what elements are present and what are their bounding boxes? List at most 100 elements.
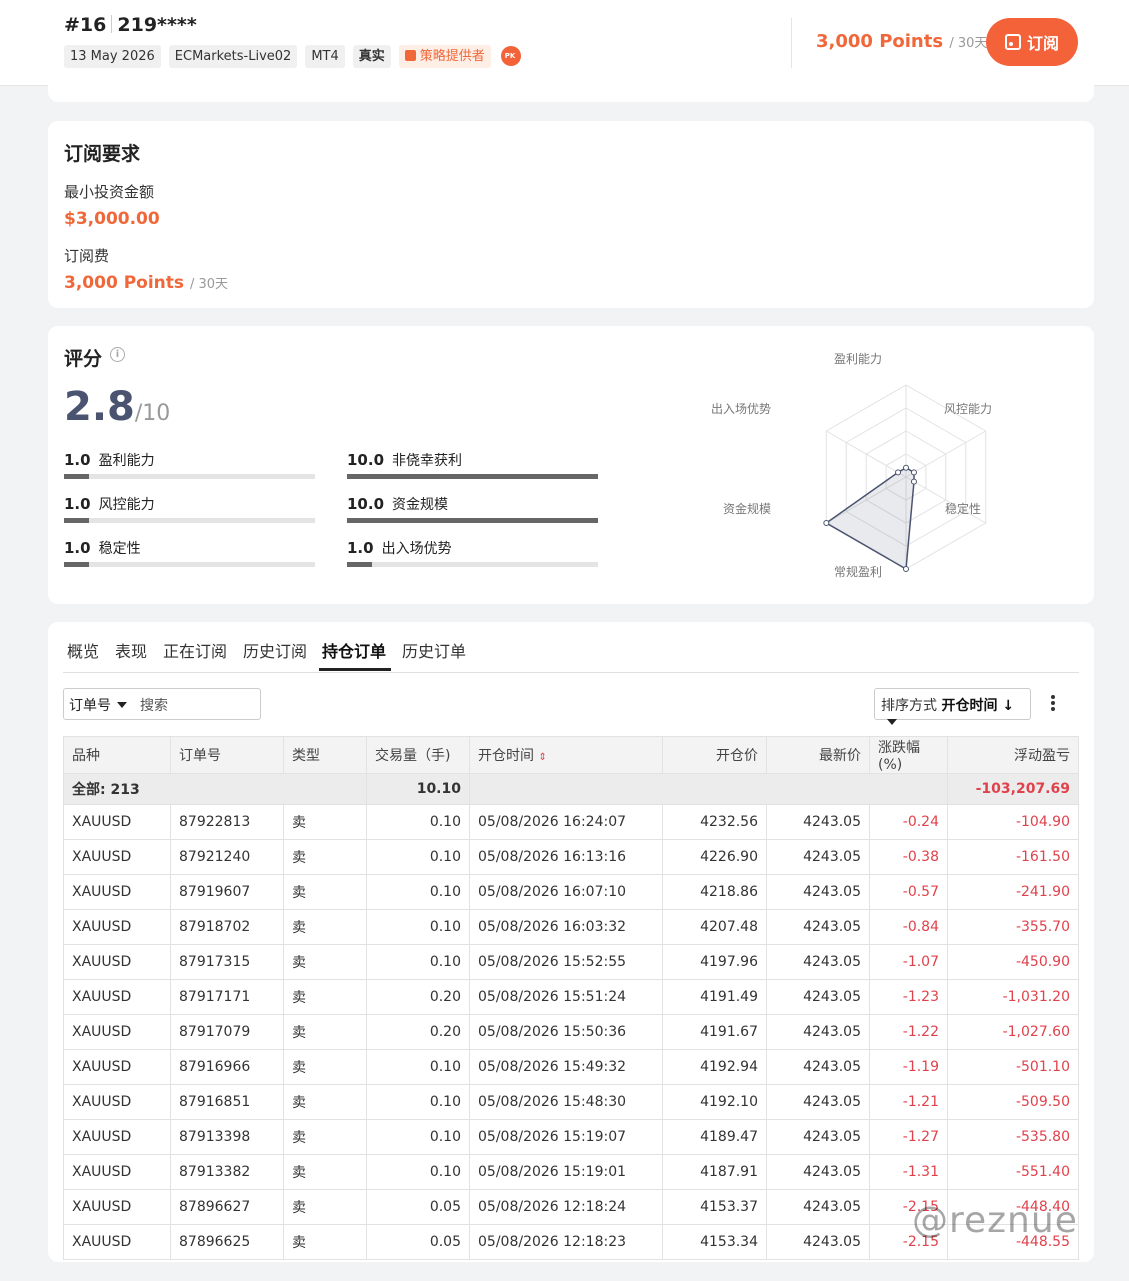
table-cell: XAUUSD bbox=[63, 1224, 171, 1260]
table-row[interactable]: XAUUSD 87913382 卖 0.10 05/08/2026 15:19:01 41… bbox=[63, 1154, 1079, 1190]
radar-point bbox=[903, 566, 909, 572]
radar-series-area bbox=[824, 466, 915, 571]
table-cell: -0.24 bbox=[869, 804, 948, 840]
table-cell: XAUUSD bbox=[63, 944, 171, 980]
table-cell: 87918702 bbox=[170, 909, 284, 945]
table-cell: 卖 bbox=[283, 1084, 367, 1120]
table-cell: 0.20 bbox=[366, 979, 470, 1015]
table-cell: 卖 bbox=[283, 979, 367, 1015]
table-cell: 4192.94 bbox=[662, 1049, 767, 1085]
table-cell: XAUUSD bbox=[63, 1014, 171, 1050]
info-icon[interactable]: i bbox=[110, 347, 125, 362]
table-cell: 05/08/2026 15:49:32 bbox=[469, 1049, 663, 1085]
table-cell: -535.80 bbox=[947, 1119, 1079, 1155]
table-cell: 0.10 bbox=[366, 1049, 470, 1085]
tab-subscribing[interactable]: 正在订阅 bbox=[163, 638, 227, 662]
col-floating-pnl: 浮动盈亏 bbox=[947, 736, 1079, 774]
table-cell: 0.05 bbox=[366, 1224, 470, 1260]
table-cell: 0.10 bbox=[366, 944, 470, 980]
table-cell: 87917079 bbox=[170, 1014, 284, 1050]
requirements-title: 订阅要求 bbox=[64, 143, 141, 165]
table-cell: 4207.48 bbox=[662, 909, 767, 945]
table-row[interactable]: XAUUSD 87913398 卖 0.10 05/08/2026 15:19:07 41… bbox=[63, 1119, 1079, 1155]
table-cell: XAUUSD bbox=[63, 1189, 171, 1225]
table-cell: 4243.05 bbox=[766, 874, 870, 910]
table-cell: 87913382 bbox=[170, 1154, 284, 1190]
table-cell: 05/08/2026 15:50:36 bbox=[469, 1014, 663, 1050]
table-cell: 87922813 bbox=[170, 804, 284, 840]
table-cell: 4243.05 bbox=[766, 1154, 870, 1190]
table-row[interactable]: XAUUSD 87917315 卖 0.10 05/08/2026 15:52:55 41… bbox=[63, 944, 1079, 980]
table-cell: XAUUSD bbox=[63, 839, 171, 875]
radar-label-regular-profit: 常规盈利 bbox=[834, 565, 883, 579]
col-open-time[interactable]: 开仓时间 ⇕ bbox=[469, 736, 663, 774]
metric-non-luck: 10.0 非侥幸获利 bbox=[347, 450, 598, 479]
radar-label-profit: 盈利能力 bbox=[834, 352, 883, 366]
tab-open-positions[interactable]: 持仓订单 bbox=[322, 638, 386, 662]
radar-point bbox=[910, 469, 917, 476]
filter-field-select[interactable]: 订单号 bbox=[69, 695, 127, 715]
table-cell: XAUUSD bbox=[63, 1119, 171, 1155]
tag-server: ECMarkets-Live02 bbox=[168, 45, 298, 68]
tab-order-history[interactable]: 历史订单 bbox=[402, 638, 466, 662]
previous-card-bottom bbox=[48, 80, 1094, 102]
table-cell: -509.50 bbox=[947, 1084, 1079, 1120]
table-cell: 4243.05 bbox=[766, 1049, 870, 1085]
table-cell: 卖 bbox=[283, 874, 367, 910]
radar-point bbox=[895, 469, 902, 476]
table-cell: -1,031.20 bbox=[947, 979, 1079, 1015]
table-cell: 05/08/2026 12:18:24 bbox=[469, 1189, 663, 1225]
search-input[interactable]: 搜索 bbox=[140, 695, 168, 715]
table-row[interactable]: XAUUSD 87916966 卖 0.10 05/08/2026 15:49:32 41… bbox=[63, 1049, 1079, 1085]
more-options-icon[interactable] bbox=[1051, 695, 1055, 713]
sort-select[interactable]: 排序方式 开仓时间 ↓ bbox=[874, 688, 1031, 725]
table-cell: 4189.47 bbox=[662, 1119, 767, 1155]
tab-sub-history[interactable]: 历史订阅 bbox=[243, 638, 307, 662]
table-cell: 4243.05 bbox=[766, 944, 870, 980]
table-cell: -104.90 bbox=[947, 804, 1079, 840]
table-cell: 4218.86 bbox=[662, 874, 767, 910]
table-cell: -1.23 bbox=[869, 979, 948, 1015]
col-open-price: 开仓价 bbox=[662, 736, 767, 774]
table-row[interactable]: XAUUSD 87919607 卖 0.10 05/08/2026 16:07:10 42… bbox=[63, 874, 1079, 910]
subscribe-button[interactable]: 订阅 bbox=[986, 18, 1078, 66]
table-cell: -450.90 bbox=[947, 944, 1079, 980]
table-cell: 0.10 bbox=[366, 804, 470, 840]
min-investment-value: $3,000.00 bbox=[64, 209, 160, 229]
metric-entry-exit: 1.0 出入场优势 bbox=[347, 538, 598, 567]
table-row[interactable]: XAUUSD 87921240 卖 0.10 05/08/2026 16:13:16 42… bbox=[63, 839, 1079, 875]
table-cell: -1.19 bbox=[869, 1049, 948, 1085]
table-cell: 05/08/2026 16:03:32 bbox=[469, 909, 663, 945]
summary-volume: 10.10 bbox=[366, 773, 470, 805]
table-row[interactable]: XAUUSD 87916851 卖 0.10 05/08/2026 15:48:30 41… bbox=[63, 1084, 1079, 1120]
table-cell: 05/08/2026 16:07:10 bbox=[469, 874, 663, 910]
table-cell: -0.84 bbox=[869, 909, 948, 945]
table-cell: -1.22 bbox=[869, 1014, 948, 1050]
table-cell: 0.05 bbox=[366, 1189, 470, 1225]
table-cell: -0.57 bbox=[869, 874, 948, 910]
table-row[interactable]: XAUUSD 87918702 卖 0.10 05/08/2026 16:03:32 42… bbox=[63, 909, 1079, 945]
table-row[interactable]: XAUUSD 87917171 卖 0.20 05/08/2026 15:51:24 41… bbox=[63, 979, 1079, 1015]
tab-performance[interactable]: 表现 bbox=[115, 638, 147, 662]
table-cell: 0.20 bbox=[366, 1014, 470, 1050]
table-cell: -1.07 bbox=[869, 944, 948, 980]
table-row[interactable]: XAUUSD 87917079 卖 0.20 05/08/2026 15:50:36 41… bbox=[63, 1014, 1079, 1050]
table-cell: 05/08/2026 15:19:07 bbox=[469, 1119, 663, 1155]
table-cell: -1.27 bbox=[869, 1119, 948, 1155]
table-cell: -501.10 bbox=[947, 1049, 1079, 1085]
table-cell: 卖 bbox=[283, 839, 367, 875]
col-change: 涨跌幅(%) bbox=[869, 736, 948, 774]
radar-label-risk: 风控能力 bbox=[944, 402, 993, 416]
table-cell: -0.38 bbox=[869, 839, 948, 875]
account-number: 219**** bbox=[117, 14, 197, 36]
table-cell: XAUUSD bbox=[63, 874, 171, 910]
table-cell: XAUUSD bbox=[63, 804, 171, 840]
col-type: 类型 bbox=[283, 736, 367, 774]
table-row[interactable]: XAUUSD 87922813 卖 0.10 05/08/2026 16:24:07 42… bbox=[63, 804, 1079, 840]
table-cell: 4226.90 bbox=[662, 839, 767, 875]
tab-overview[interactable]: 概览 bbox=[67, 638, 99, 662]
col-volume: 交易量（手) bbox=[366, 736, 470, 774]
table-cell: 4191.49 bbox=[662, 979, 767, 1015]
pk-fire-icon[interactable] bbox=[500, 46, 521, 66]
table-cell: 4243.05 bbox=[766, 1224, 870, 1260]
